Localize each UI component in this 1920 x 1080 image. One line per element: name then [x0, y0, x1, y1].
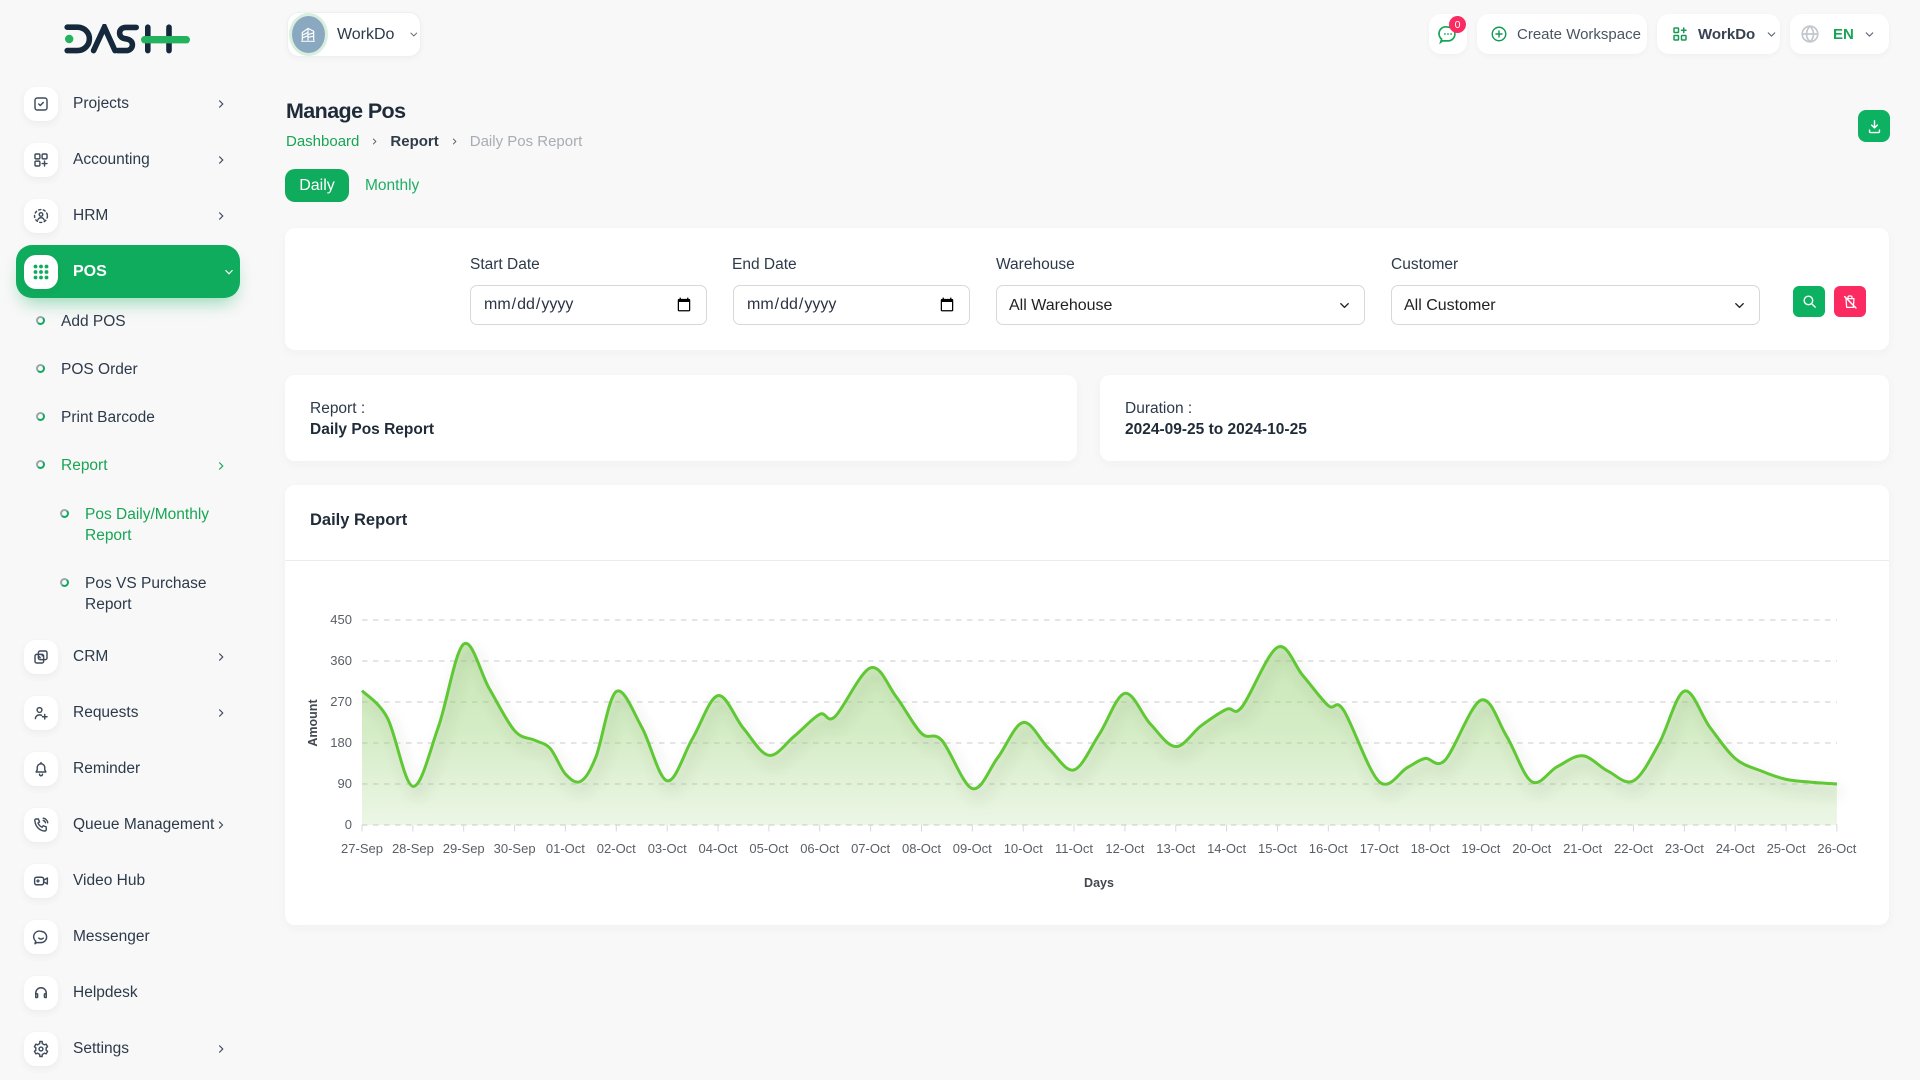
svg-text:Amount: Amount [306, 699, 320, 747]
svg-text:22-Oct: 22-Oct [1614, 841, 1653, 856]
svg-text:06-Oct: 06-Oct [800, 841, 839, 856]
svg-text:360: 360 [330, 653, 352, 668]
svg-text:23-Oct: 23-Oct [1665, 841, 1704, 856]
svg-text:11-Oct: 11-Oct [1055, 841, 1093, 856]
svg-text:17-Oct: 17-Oct [1360, 841, 1399, 856]
svg-text:20-Oct: 20-Oct [1512, 841, 1551, 856]
svg-text:25-Oct: 25-Oct [1767, 841, 1806, 856]
svg-text:09-Oct: 09-Oct [953, 841, 992, 856]
svg-text:07-Oct: 07-Oct [851, 841, 890, 856]
svg-text:21-Oct: 21-Oct [1563, 841, 1602, 856]
svg-text:26-Oct: 26-Oct [1817, 841, 1856, 856]
svg-text:29-Sep: 29-Sep [443, 841, 485, 856]
svg-text:28-Sep: 28-Sep [392, 841, 434, 856]
svg-text:05-Oct: 05-Oct [749, 841, 788, 856]
svg-text:19-Oct: 19-Oct [1461, 841, 1500, 856]
svg-text:14-Oct: 14-Oct [1207, 841, 1246, 856]
svg-text:12-Oct: 12-Oct [1105, 841, 1144, 856]
svg-text:16-Oct: 16-Oct [1309, 841, 1348, 856]
svg-text:27-Sep: 27-Sep [341, 841, 383, 856]
svg-text:04-Oct: 04-Oct [698, 841, 737, 856]
svg-text:02-Oct: 02-Oct [597, 841, 636, 856]
svg-text:08-Oct: 08-Oct [902, 841, 941, 856]
svg-text:0: 0 [345, 817, 352, 832]
svg-text:13-Oct: 13-Oct [1156, 841, 1195, 856]
svg-text:15-Oct: 15-Oct [1258, 841, 1297, 856]
svg-text:Days: Days [1084, 876, 1114, 890]
svg-text:01-Oct: 01-Oct [546, 841, 585, 856]
svg-text:90: 90 [338, 776, 352, 791]
svg-text:18-Oct: 18-Oct [1411, 841, 1450, 856]
svg-text:450: 450 [330, 612, 352, 627]
svg-text:270: 270 [330, 694, 352, 709]
svg-text:03-Oct: 03-Oct [648, 841, 687, 856]
svg-text:24-Oct: 24-Oct [1716, 841, 1755, 856]
svg-text:180: 180 [330, 735, 352, 750]
svg-text:30-Sep: 30-Sep [494, 841, 536, 856]
svg-text:10-Oct: 10-Oct [1004, 841, 1043, 856]
